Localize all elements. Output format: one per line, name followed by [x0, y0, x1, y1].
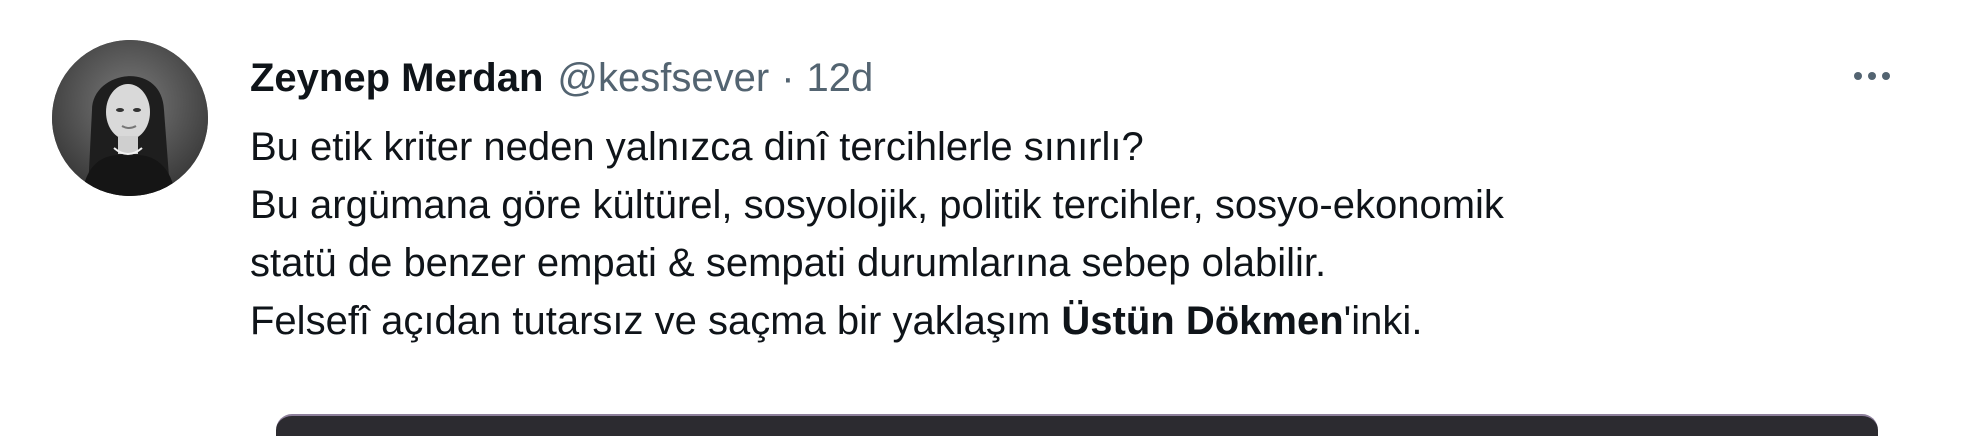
tweet-timestamp[interactable]: 12d	[807, 50, 874, 106]
tweet-text-line-4-prefix: Felsefî açıdan tutarsız ve saçma bir yak…	[250, 299, 1062, 343]
tweet-text-line-3: statü de benzer empati & sempati durumla…	[250, 241, 1327, 285]
tweet[interactable]: Zeynep Merdan @kesfsever · 12d Bu etik k…	[0, 0, 1980, 436]
tweet-text-line-1: Bu etik kriter neden yalnızca dinî terci…	[250, 125, 1144, 169]
tweet-text: Bu etik kriter neden yalnızca dinî terci…	[250, 118, 1504, 350]
tweet-header: Zeynep Merdan @kesfsever · 12d	[250, 50, 873, 106]
author-display-name[interactable]: Zeynep Merdan	[250, 50, 543, 106]
avatar[interactable]	[52, 40, 208, 196]
author-handle[interactable]: @kesfsever	[557, 50, 769, 106]
profile-photo-icon	[52, 40, 208, 196]
tweet-media-preview[interactable]	[276, 414, 1878, 436]
tweet-text-line-4: Felsefî açıdan tutarsız ve saçma bir yak…	[250, 292, 1504, 350]
tweet-text-line-2: Bu argümana göre kültürel, sosyolojik, p…	[250, 183, 1504, 227]
separator-dot: ·	[781, 56, 795, 100]
bold-name: Üstün Dökmen	[1061, 299, 1344, 343]
more-horizontal-icon	[1851, 72, 1893, 80]
tweet-text-line-4-suffix: 'inki.	[1343, 299, 1423, 343]
more-button[interactable]	[1842, 54, 1902, 98]
